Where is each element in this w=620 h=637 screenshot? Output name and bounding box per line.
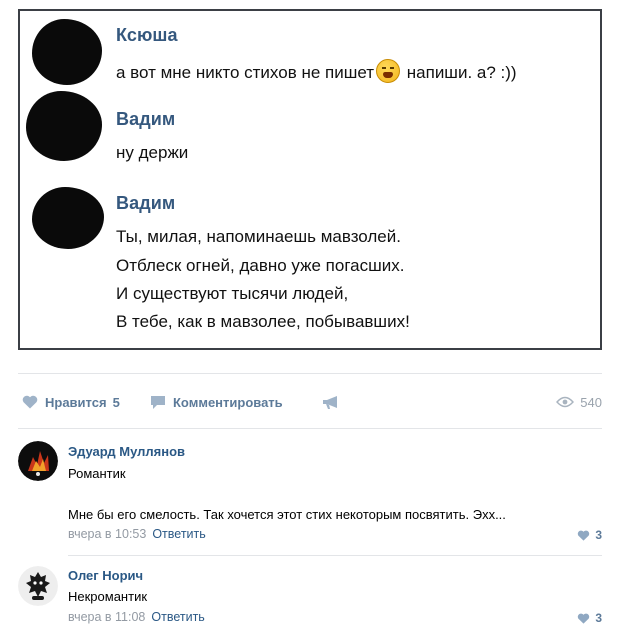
- share-button[interactable]: [322, 390, 347, 414]
- comment-text: Мне бы его смелость. Так хочется этот ст…: [68, 507, 506, 522]
- megaphone-icon: [323, 395, 337, 409]
- poem-line: В тебе, как в мавзолее, побывавших!: [116, 312, 410, 331]
- divider: [18, 428, 602, 429]
- heart-icon: [22, 395, 38, 409]
- divider: [68, 555, 602, 556]
- message-text-part: а вот мне никто стихов не пишет: [116, 63, 375, 82]
- heart-icon: [578, 530, 590, 541]
- message-text: а вот мне никто стихов не пишет напиши. …: [116, 59, 517, 83]
- message-text-part: напиши. а? :)): [406, 63, 517, 82]
- message-author: Вадим: [116, 193, 176, 213]
- censored-avatar: [26, 91, 102, 161]
- message-screenshot: Ксюша а вот мне никто стихов не пишет на…: [18, 9, 602, 350]
- reply-button[interactable]: Ответить: [152, 527, 205, 541]
- censored-avatar: [32, 187, 104, 249]
- views-counter: 540: [556, 390, 602, 414]
- comment-button[interactable]: Комментировать: [150, 390, 283, 414]
- message-author: Ксюша: [116, 25, 178, 45]
- message-author: Вадим: [116, 109, 176, 129]
- comment: Олег Норич Некромантик вчера в 11:08 Отве…: [18, 566, 602, 630]
- comment-like-button[interactable]: 3: [577, 611, 602, 625]
- comment-text: Романтик: [68, 466, 126, 481]
- views-count: 540: [580, 394, 602, 410]
- comment-author[interactable]: Эдуард Муллянов: [68, 444, 185, 459]
- comment-like-button[interactable]: 3: [577, 528, 602, 542]
- comment-icon: [151, 395, 165, 409]
- avatar[interactable]: [18, 441, 58, 481]
- like-label: Нравится: [45, 394, 107, 410]
- avatar[interactable]: [18, 566, 58, 606]
- poem-line: И существуют тысячи людей,: [116, 284, 349, 303]
- like-count: 5: [112, 394, 120, 410]
- poem-line: Ты, милая, напоминаешь мавзолей.: [116, 227, 401, 246]
- comment-meta: вчера в 10:53 Ответить: [68, 527, 206, 541]
- comment-like-count: 3: [595, 611, 602, 625]
- comment-time[interactable]: вчера в 10:53: [68, 527, 146, 541]
- reply-button[interactable]: Ответить: [151, 610, 204, 624]
- heart-icon: [578, 613, 590, 624]
- comment-label: Комментировать: [173, 394, 283, 410]
- censored-avatar: [32, 19, 102, 85]
- weary-face-icon: [376, 59, 401, 83]
- comment-author[interactable]: Олег Норич: [68, 568, 143, 583]
- message-text: ну держи: [116, 143, 189, 162]
- comment-like-count: 3: [595, 528, 602, 542]
- eye-icon: [556, 396, 575, 408]
- comment-text: Некромантик: [68, 589, 148, 604]
- comment: Эдуард Муллянов Романтик Мне бы его смел…: [18, 441, 602, 549]
- like-button[interactable]: Нравится 5: [22, 390, 120, 414]
- divider: [18, 373, 602, 374]
- post-actions: Нравится 5 Комментировать 540: [18, 390, 602, 414]
- comment-time[interactable]: вчера в 11:08: [68, 610, 145, 624]
- comment-meta: вчера в 11:08 Ответить: [68, 610, 205, 624]
- poem-line: Отблеск огней, давно уже погасших.: [116, 256, 405, 275]
